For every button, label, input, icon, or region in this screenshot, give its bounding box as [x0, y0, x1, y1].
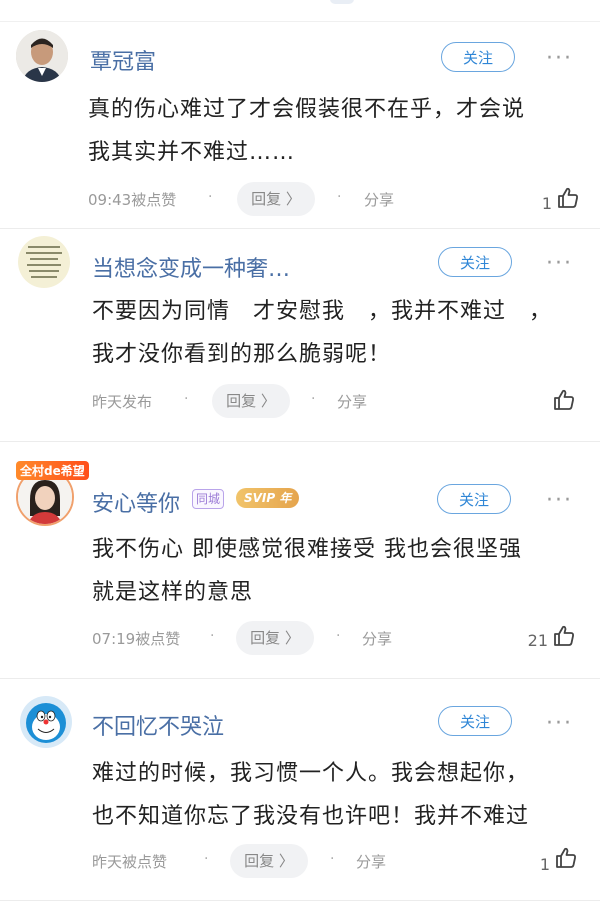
- city-badge: 同城: [192, 489, 225, 509]
- avatar[interactable]: [18, 236, 70, 288]
- comment-text: 不要因为同情 才安慰我 ，我并不难过 ， 我才没你看到的那么脆弱呢！: [92, 290, 552, 376]
- avatar[interactable]: [16, 30, 68, 82]
- username[interactable]: 安心等你: [92, 486, 180, 518]
- title-banner: 全村de希望: [16, 461, 89, 480]
- separator-dot: ·: [336, 628, 341, 644]
- share-button[interactable]: 分享: [364, 189, 394, 210]
- separator-dot: ·: [208, 189, 213, 205]
- comment-text-line: 我才没你看到的那么脆弱呢！: [92, 342, 392, 367]
- more-options-icon[interactable]: ···: [546, 713, 573, 735]
- comment-text-line: 就是这样的意思: [92, 580, 254, 605]
- like-count: 1: [539, 855, 550, 874]
- comment-text-line: 也不知道你忘了我没有也许吧！我并不难过: [92, 804, 530, 829]
- thumbs-up-icon[interactable]: [552, 624, 576, 648]
- more-options-icon[interactable]: ···: [546, 48, 573, 70]
- comment-text: 真的伤心难过了才会假装很不在乎，才会说 我其实并不难过……: [88, 88, 525, 174]
- reply-button[interactable]: 回复 〉: [230, 844, 308, 878]
- thumbs-up-icon[interactable]: [556, 186, 580, 210]
- avatar[interactable]: [20, 696, 72, 748]
- separator-dot: ·: [184, 391, 189, 407]
- comment-text: 我不伤心 即使感觉很难接受 我也会很坚强 就是这样的意思: [92, 528, 522, 614]
- timestamp: 昨天发布: [92, 393, 153, 411]
- reply-button[interactable]: 回复 〉: [212, 384, 290, 418]
- separator-dot: ·: [311, 391, 316, 407]
- more-options-icon[interactable]: ···: [546, 253, 573, 275]
- svip-badge: SVIP 年: [236, 488, 300, 508]
- reply-button[interactable]: 回复 〉: [237, 182, 315, 216]
- comment-divider: [0, 900, 600, 901]
- follow-button[interactable]: 关注: [438, 247, 512, 277]
- avatar-image: [20, 696, 72, 748]
- share-button[interactable]: 分享: [337, 391, 367, 412]
- reply-button[interactable]: 回复 〉: [236, 621, 314, 655]
- comment-text-line: 真的伤心难过了才会假装很不在乎，才会说: [88, 97, 526, 122]
- like-count: 1: [541, 194, 552, 213]
- comment-text-line: 我不伤心 即使感觉很难接受 我也会很坚强: [92, 537, 522, 562]
- more-options-icon[interactable]: ···: [546, 490, 573, 512]
- comment-divider: [0, 678, 600, 679]
- comment-text-line: 我其实并不难过……: [88, 140, 296, 165]
- share-button[interactable]: 分享: [362, 628, 392, 649]
- separator-dot: ·: [330, 851, 335, 867]
- share-button[interactable]: 分享: [356, 851, 386, 872]
- separator-dot: ·: [204, 851, 209, 867]
- top-strip: [0, 0, 600, 22]
- timestamp: 昨天被点赞: [92, 853, 168, 871]
- comment-text-line: 难过的时候，我习惯一个人。我会想起你，: [92, 761, 530, 786]
- avatar-image: [18, 236, 70, 288]
- comment-divider: [0, 228, 600, 229]
- timestamp: 07:19被点赞: [92, 630, 181, 648]
- avatar-image: [16, 30, 68, 82]
- follow-button[interactable]: 关注: [437, 484, 511, 514]
- comment-text: 难过的时候，我习惯一个人。我会想起你， 也不知道你忘了我没有也许吧！我并不难过: [92, 752, 529, 838]
- comment-text-line: 不要因为同情 才安慰我 ，我并不难过 ，: [92, 299, 553, 324]
- follow-button[interactable]: 关注: [438, 706, 512, 736]
- follow-button[interactable]: 关注: [441, 42, 515, 72]
- comment-divider: [0, 441, 600, 442]
- username[interactable]: 覃冠富: [90, 44, 156, 76]
- username[interactable]: 不回忆不哭泣: [92, 709, 224, 741]
- like-count: 21: [527, 631, 548, 650]
- separator-dot: ·: [337, 189, 342, 205]
- thumbs-up-icon[interactable]: [552, 388, 576, 412]
- thumbs-up-icon[interactable]: [554, 846, 578, 870]
- separator-dot: ·: [210, 628, 215, 644]
- username[interactable]: 当想念变成一种奢…: [92, 251, 290, 283]
- timestamp: 09:43被点赞: [88, 191, 177, 209]
- top-divider: [0, 21, 600, 22]
- scroll-indicator: [330, 0, 354, 4]
